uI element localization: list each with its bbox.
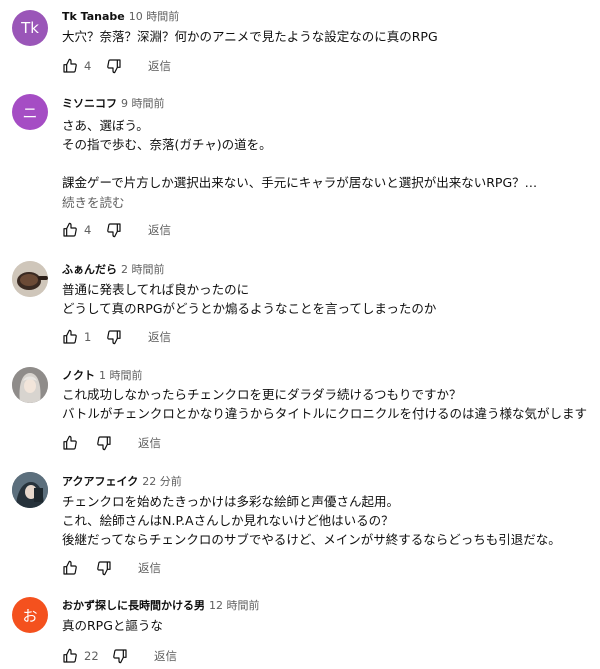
author-name[interactable]: ふぁんだら xyxy=(62,263,117,276)
comment-text: 普通に発表してれば良かったのにどうして真のRPGがどうとか煽るようなことを言って… xyxy=(62,280,436,318)
comment-text: 大穴？奈落？深淵？何かのアニメで見たような設定なのに真のRPG xyxy=(62,27,438,46)
thumbs-down-icon[interactable] xyxy=(106,58,122,74)
comment-line: チェンクロを始めたきっかけは多彩な絵師と声優さん起用。 xyxy=(62,494,400,509)
reply-button[interactable]: 返信 xyxy=(148,329,171,345)
comment-line: 後継だってならチェンクロのサブでやるけど、メインがサ終するならどっちも引退だな。 xyxy=(62,532,561,547)
author-name[interactable]: おかず探しに長時間かける男 xyxy=(62,599,205,612)
reply-button[interactable]: 返信 xyxy=(148,222,171,238)
thumbs-down-icon[interactable] xyxy=(96,435,112,451)
comment-actions: 4 返信 xyxy=(62,56,171,76)
thumbs-up-icon[interactable] xyxy=(62,648,78,664)
comment-actions: 返信 xyxy=(62,433,161,453)
comment-text: これ成功しなかったらチェンクロを更にダラダラ続けるつもりですか？ バトルがチェンク… xyxy=(62,385,587,423)
reply-button[interactable]: 返信 xyxy=(138,560,161,576)
like-count: 4 xyxy=(84,59,92,73)
avatar[interactable] xyxy=(12,472,48,508)
thumbs-down-icon[interactable] xyxy=(112,648,128,664)
comment-line: これ、絵師さんはN.P.Aさんしか見れないけど他はいるの？ xyxy=(62,513,394,528)
comment-header: ミソニコフ 9 時間前 xyxy=(62,97,165,111)
thumbs-down-icon[interactable] xyxy=(106,222,122,238)
comment-header: Tk Tanabe 10 時間前 xyxy=(62,10,179,24)
comment-line: 真のRPGと謳うな xyxy=(62,618,163,633)
author-name[interactable]: ノクト xyxy=(62,369,95,382)
comment-line: どうして真のRPGがどうとか煽るようなことを言ってしまったのか xyxy=(62,301,437,316)
reply-button[interactable]: 返信 xyxy=(154,648,177,664)
comment-line: これ成功しなかったらチェンクロを更にダラダラ続けるつもりですか？ xyxy=(62,387,462,402)
comment-line: 普通に発表してれば良かったのに xyxy=(62,282,250,297)
reply-button[interactable]: 返信 xyxy=(148,58,171,74)
avatar-initials: Tk xyxy=(21,19,39,37)
comment-line: 課金ゲーで片方しか選択出来ない、手元にキャラが居ないと選択が出来ないRPG？… xyxy=(62,175,538,190)
thumbs-down-icon[interactable] xyxy=(106,329,122,345)
thumbs-up-icon[interactable] xyxy=(62,329,78,345)
comment-text: チェンクロを始めたきっかけは多彩な絵師と声優さん起用。 これ、絵師さんはN.P.A… xyxy=(62,492,561,549)
timestamp[interactable]: 12 時間前 xyxy=(209,599,260,612)
avatar[interactable]: Tk xyxy=(12,10,48,46)
avatar-initials: お xyxy=(22,606,38,625)
like-count: 1 xyxy=(84,330,92,344)
timestamp[interactable]: 1 時間前 xyxy=(99,369,143,382)
timestamp[interactable]: 10 時間前 xyxy=(129,10,180,23)
like-count: 4 xyxy=(84,223,92,237)
comment-actions: 1 返信 xyxy=(62,327,171,347)
thumbs-down-icon[interactable] xyxy=(96,560,112,576)
author-name[interactable]: Tk Tanabe xyxy=(62,10,125,23)
timestamp[interactable]: 2 時間前 xyxy=(121,263,165,276)
skillet-avatar-icon xyxy=(12,261,48,297)
like-count: 22 xyxy=(84,649,99,663)
avatar-initials: ニ xyxy=(22,103,38,122)
avatar[interactable] xyxy=(12,367,48,403)
timestamp[interactable]: 9 時間前 xyxy=(121,97,165,110)
comment-text: 真のRPGと謳うな xyxy=(62,616,163,635)
comment-header: ふぁんだら 2 時間前 xyxy=(62,263,165,277)
avatar[interactable]: ニ xyxy=(12,94,48,130)
comment-header: アクアフェイク 22 分前 xyxy=(62,475,182,489)
thumbs-up-icon[interactable] xyxy=(62,435,78,451)
character-avatar-icon xyxy=(12,367,48,403)
thumbs-up-icon[interactable] xyxy=(62,222,78,238)
comment-actions: 22 返信 xyxy=(62,646,177,666)
author-name[interactable]: ミソニコフ xyxy=(62,97,117,110)
comment-line: さあ、選ぼう。 xyxy=(62,118,149,133)
comment-line: 大穴？奈落？深淵？何かのアニメで見たような設定なのに真のRPG xyxy=(62,29,438,44)
thumbs-up-icon[interactable] xyxy=(62,58,78,74)
comment-header: おかず探しに長時間かける男 12 時間前 xyxy=(62,599,260,613)
comment-header: ノクト 1 時間前 xyxy=(62,369,143,383)
read-more-link[interactable]: 続きを読む xyxy=(62,192,125,211)
timestamp[interactable]: 22 分前 xyxy=(142,475,182,488)
comment-line: バトルがチェンクロとかなり違うからタイトルにクロニクルを付けるのは違う様な気がし… xyxy=(62,406,588,421)
comment-text: さあ、選ぼう。その指で歩む、奈落(ガチャ)の道を。課金ゲーで片方しか選択出来ない… xyxy=(62,116,537,192)
author-name[interactable]: アクアフェイク xyxy=(62,475,138,488)
character-avatar-icon xyxy=(12,472,48,508)
avatar[interactable] xyxy=(12,261,48,297)
thumbs-up-icon[interactable] xyxy=(62,560,78,576)
reply-button[interactable]: 返信 xyxy=(138,435,161,451)
comment-actions: 4 返信 xyxy=(62,220,171,240)
comment-line: その指で歩む、奈落(ガチャ)の道を。 xyxy=(62,137,272,152)
avatar[interactable]: お xyxy=(12,597,48,633)
comment-actions: 返信 xyxy=(62,558,161,578)
